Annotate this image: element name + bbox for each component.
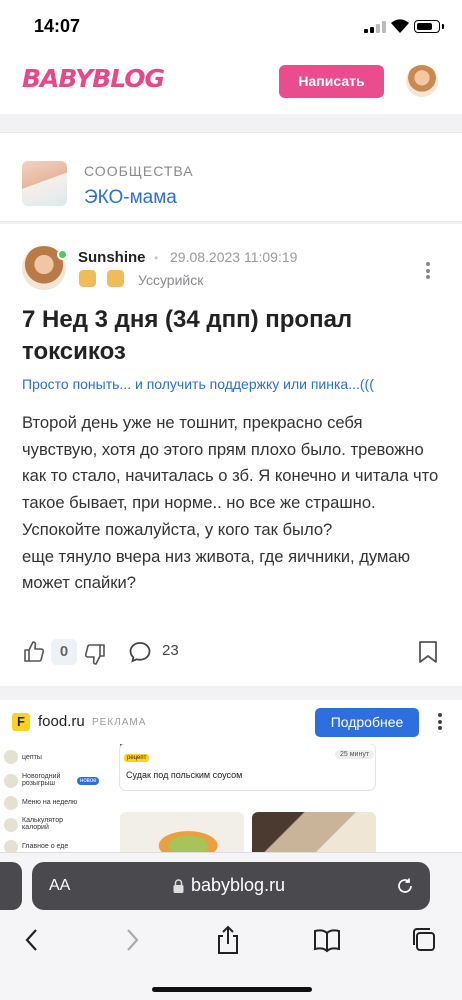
- post-title: 7 Нед 3 дня (34 дпп) пропал токсикоз: [22, 306, 353, 365]
- post-menu-icon[interactable]: [424, 262, 432, 282]
- battery-icon: [414, 20, 444, 33]
- gift-icon: [4, 774, 18, 788]
- post-paragraph: Второй день уже не тошнит, прекрасно себ…: [22, 413, 439, 539]
- ad-menu-item: Главное о еде: [22, 843, 69, 850]
- cook-time: 25 минут: [335, 750, 375, 759]
- comment-icon[interactable]: [128, 640, 152, 664]
- author-name[interactable]: Sunshine: [78, 249, 146, 266]
- community-image: [22, 161, 67, 206]
- post-date: 29.08.2023 11:09:19: [170, 249, 298, 265]
- ad-menu-item: Калькулятор калорий: [22, 817, 63, 831]
- home-indicator: [152, 987, 312, 992]
- thumbs-down-icon[interactable]: [83, 642, 107, 666]
- advertisement[interactable]: F food.ru РЕКЛАМА Подробнее цепты Нового…: [0, 700, 462, 860]
- share-icon[interactable]: [215, 925, 241, 955]
- food-logo-icon: F: [12, 713, 30, 731]
- status-time: 14:07: [34, 16, 81, 36]
- user-avatar[interactable]: [406, 65, 438, 97]
- thumbs-up-icon[interactable]: [22, 640, 46, 664]
- safari-toolbar: AA babyblog.ru: [0, 852, 462, 1000]
- cellular-signal-icon: [364, 21, 386, 33]
- wifi-icon: [391, 19, 409, 33]
- recipe-tag: рецепт: [124, 754, 150, 762]
- calculator-icon: [4, 818, 18, 832]
- ad-menu-item: Меню на неделю: [22, 799, 78, 806]
- url-text[interactable]: babyblog.ru: [191, 875, 285, 896]
- lock-icon: [173, 879, 184, 893]
- status-bar: 14:07: [0, 0, 462, 50]
- calendar-icon: [4, 796, 18, 810]
- ad-menu-icon[interactable]: [437, 713, 443, 733]
- new-tag: новое: [77, 777, 100, 785]
- comment-count: 23: [162, 642, 179, 659]
- write-post-button[interactable]: Написать: [279, 65, 384, 98]
- ad-menu-item: Новогодний розыгрыш: [22, 773, 61, 787]
- recipe-card: рецепт 25 минут Судак под польским соусо…: [120, 744, 375, 790]
- ad-label: РЕКЛАМА: [92, 717, 147, 728]
- reload-icon[interactable]: [396, 877, 414, 895]
- menu-icon: [4, 750, 18, 764]
- achievement-badge-icon: [79, 270, 96, 287]
- ad-site-name[interactable]: food.ru: [38, 713, 85, 730]
- community-caption: СООБЩЕСТВА: [84, 163, 194, 179]
- achievement-badge-icon: [107, 270, 124, 287]
- like-count: 0: [51, 639, 77, 665]
- site-header: BABYBLOG Написать: [0, 50, 462, 114]
- post-actions: 0 23: [0, 638, 462, 668]
- babyblog-logo[interactable]: BABYBLOG: [22, 64, 165, 93]
- author-city: Уссурийск: [138, 272, 204, 288]
- ad-menu-item: цепты: [22, 754, 42, 761]
- post-body: Второй день уже не тошнит, прекрасно себ…: [22, 410, 442, 597]
- dish-name: Судак под польским соусом: [126, 770, 243, 780]
- community-name-link[interactable]: ЭКО-мама: [84, 187, 177, 209]
- post-subtitle-link[interactable]: Просто поныть... и получить поддержку ил…: [22, 376, 374, 392]
- ad-preview-sidebar: цепты Новогодний розыгрыш новое Меню на …: [0, 744, 104, 860]
- ad-more-button[interactable]: Подробнее: [315, 708, 419, 737]
- online-indicator: [57, 249, 68, 260]
- ad-preview-image[interactable]: цепты Новогодний розыгрыш новое Меню на …: [0, 744, 462, 860]
- forward-icon[interactable]: [122, 925, 142, 955]
- tabs-icon[interactable]: [410, 925, 438, 955]
- post-card: Sunshine • 29.08.2023 11:09:19 Уссурийск…: [0, 224, 462, 686]
- separator-dot: •: [154, 251, 159, 265]
- post-paragraph: еще тянуло вчера низ живота, где яичники…: [22, 546, 411, 593]
- bookmark-icon[interactable]: [418, 640, 438, 664]
- community-card[interactable]: СООБЩЕСТВА ЭКО-мама: [0, 132, 462, 222]
- back-icon[interactable]: [22, 925, 42, 955]
- bookmarks-icon[interactable]: [312, 925, 342, 955]
- previous-tab-preview[interactable]: [0, 862, 22, 910]
- text-size-button[interactable]: AA: [49, 877, 70, 895]
